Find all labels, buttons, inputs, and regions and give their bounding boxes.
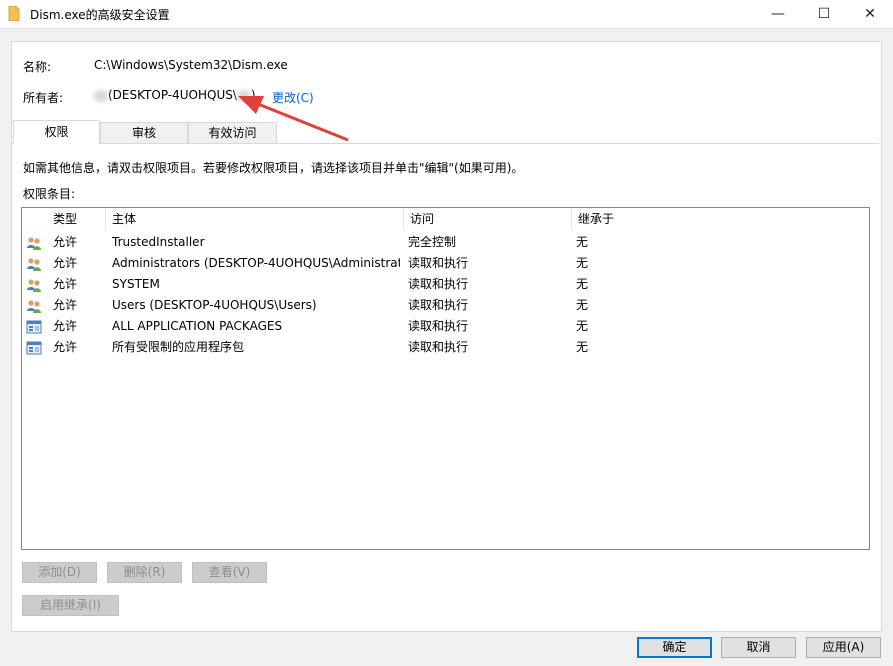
view-button[interactable]: 查看(V) [192, 562, 267, 583]
cell-principal: SYSTEM [112, 277, 160, 291]
column-header-principal[interactable]: 主体 [106, 208, 404, 230]
tab-permissions[interactable]: 权限 [13, 120, 100, 144]
column-header-inherited-from[interactable]: 继承于 [572, 208, 752, 230]
column-header-type[interactable]: 类型 [47, 208, 106, 230]
users-icon [26, 256, 42, 272]
users-icon [26, 277, 42, 293]
apply-button[interactable]: 应用(A) [806, 637, 881, 658]
minimize-icon: — [771, 6, 785, 22]
cell-principal: Administrators (DESKTOP-4UOHQUS\Administ… [112, 256, 400, 270]
cell-inherited-from: 无 [576, 277, 589, 291]
cell-access: 读取和执行 [408, 256, 469, 270]
cell-access: 读取和执行 [408, 319, 469, 333]
cell-type: 允许 [53, 235, 78, 249]
permission-entries-list[interactable]: 类型 主体 访问 继承于 允许 TrustedInstaller 完全控制无允许 Ad… [21, 207, 870, 550]
close-button[interactable]: ✕ [847, 0, 893, 28]
entries-label: 权限条目: [23, 187, 76, 201]
cell-principal: 所有受限制的应用程序包 [112, 340, 245, 354]
add-button[interactable]: 添加(D) [22, 562, 97, 583]
cell-inherited-from: 无 [576, 298, 589, 312]
table-row[interactable]: 允许 TrustedInstaller 完全控制 无 [22, 232, 869, 253]
cell-type: 允许 [53, 340, 78, 354]
remove-button[interactable]: 删除(R) [107, 562, 182, 583]
app-package-icon [26, 340, 42, 356]
enable-inheritance-button[interactable]: 启用继承(I) [22, 595, 119, 616]
cell-access: 完全控制 [408, 235, 457, 249]
cancel-button[interactable]: 取消 [721, 637, 796, 658]
owner-name: (DESKTOP-4UOHQUS\ [108, 88, 237, 102]
name-label: 名称: [23, 60, 52, 74]
cell-type: 允许 [53, 256, 78, 270]
redacted-mark [94, 89, 108, 102]
maximize-icon: ☐ [817, 6, 831, 22]
users-icon [26, 298, 42, 314]
table-row[interactable]: 允许 ALL APPLICATION PACKAGES 读取和执行 无 [22, 316, 869, 337]
cell-principal: TrustedInstaller [112, 235, 205, 249]
name-value: C:\Windows\System32\Dism.exe [94, 58, 288, 72]
cell-type: 允许 [53, 298, 78, 312]
cell-access: 读取和执行 [408, 277, 469, 291]
annotation-arrow [238, 96, 349, 142]
owner-label: 所有者: [23, 91, 64, 105]
users-icon [26, 235, 42, 251]
cell-principal: ALL APPLICATION PACKAGES [112, 319, 283, 333]
instructions-text: 如需其他信息，请双击权限项目。若要修改权限项目，请选择该项目并单击"编辑"(如果… [23, 161, 524, 175]
cell-inherited-from: 无 [576, 235, 589, 249]
file-icon [8, 6, 20, 21]
ok-button[interactable]: 确定 [637, 637, 712, 658]
table-row[interactable]: 允许 SYSTEM 读取和执行 无 [22, 274, 869, 295]
title-bar: Dism.exe的高级安全设置 — ☐ ✕ [0, 0, 893, 29]
maximize-button[interactable]: ☐ [801, 0, 847, 28]
close-icon: ✕ [864, 6, 876, 22]
cell-access: 读取和执行 [408, 340, 469, 354]
window-title: Dism.exe的高级安全设置 [30, 8, 170, 22]
table-row[interactable]: 允许 所有受限制的应用程序包 读取和执行 无 [22, 337, 869, 358]
cell-inherited-from: 无 [576, 340, 589, 354]
tab-auditing[interactable]: 审核 [100, 122, 188, 143]
app-package-icon [26, 319, 42, 335]
cell-principal: Users (DESKTOP-4UOHQUS\Users) [112, 298, 317, 312]
cell-type: 允许 [53, 319, 78, 333]
cell-inherited-from: 无 [576, 319, 589, 333]
column-header-access[interactable]: 访问 [404, 208, 572, 230]
table-row[interactable]: 允许 Administrators (DESKTOP-4UOHQUS\Admini… [22, 253, 869, 274]
cell-type: 允许 [53, 277, 78, 291]
cell-inherited-from: 无 [576, 256, 589, 270]
minimize-button[interactable]: — [755, 0, 801, 28]
cell-access: 读取和执行 [408, 298, 469, 312]
table-row[interactable]: 允许 Users (DESKTOP-4UOHQUS\Users) 读取和执行 无 [22, 295, 869, 316]
